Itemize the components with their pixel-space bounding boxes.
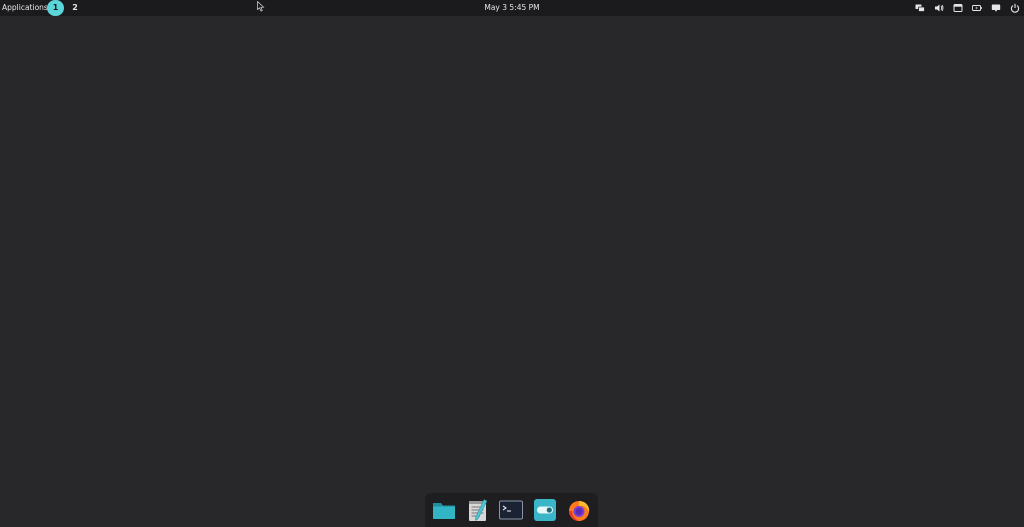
desktop[interactable]: Applications 1 2 May 3 5:45 PM — [0, 0, 1024, 527]
network-icon[interactable] — [914, 3, 925, 14]
top-panel: Applications 1 2 May 3 5:45 PM — [0, 0, 1024, 16]
battery-icon[interactable] — [971, 3, 982, 14]
dock-item-terminal[interactable] — [497, 496, 525, 524]
mouse-pointer-icon — [257, 1, 265, 12]
dock-item-firefox[interactable] — [565, 496, 593, 524]
dock — [425, 493, 598, 527]
dock-item-files[interactable] — [430, 496, 458, 524]
dock-item-text-editor[interactable] — [464, 496, 492, 524]
system-tray — [914, 2, 1020, 14]
folder-icon — [432, 503, 455, 519]
notifications-icon[interactable] — [952, 3, 963, 14]
firefox-icon — [569, 501, 590, 521]
volume-icon[interactable] — [933, 3, 944, 14]
toggle-settings-icon — [534, 499, 557, 521]
display-icon[interactable] — [990, 3, 1001, 14]
dock-item-settings[interactable] — [531, 496, 559, 524]
power-icon[interactable] — [1009, 3, 1020, 14]
clock[interactable]: May 3 5:45 PM — [0, 0, 1024, 16]
terminal-icon — [499, 500, 524, 520]
text-editor-icon — [468, 499, 488, 521]
